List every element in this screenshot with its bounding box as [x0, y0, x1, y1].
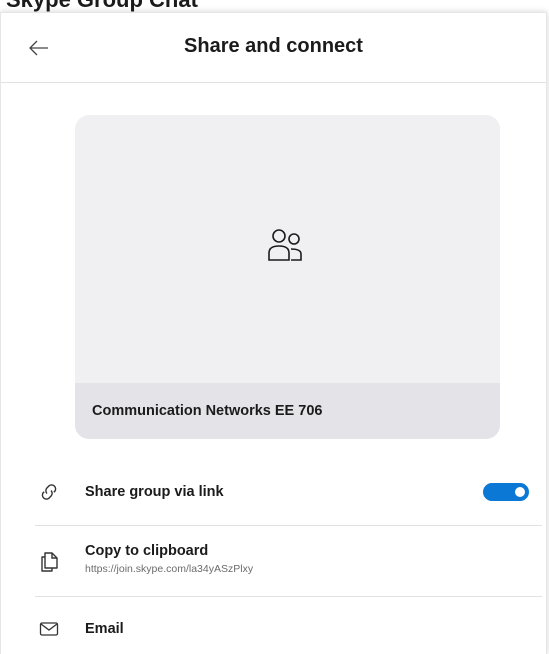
copy-to-clipboard-row[interactable]: Copy to clipboard https://join.skype.com…: [1, 531, 546, 593]
link-icon: [41, 484, 57, 500]
email-row[interactable]: Email: [1, 608, 546, 652]
copy-to-clipboard-label: Copy to clipboard: [85, 543, 209, 559]
toggle-knob: [515, 487, 525, 497]
email-label: Email: [85, 621, 124, 637]
panel-header: Share and connect: [1, 13, 546, 83]
group-people-icon: [268, 229, 302, 261]
share-via-link-row[interactable]: Share group via link: [1, 471, 546, 517]
share-via-link-label: Share group via link: [85, 484, 224, 500]
share-link-toggle[interactable]: [483, 483, 529, 501]
page-title: Share and connect: [184, 35, 363, 57]
group-card: Communication Networks EE 706: [75, 115, 500, 439]
group-name: Communication Networks EE 706: [92, 403, 323, 419]
copy-icon: [41, 552, 58, 572]
divider: [35, 596, 542, 597]
share-and-connect-panel: Share and connect Communication Networks…: [0, 12, 547, 654]
mail-icon: [39, 622, 59, 636]
divider: [35, 525, 542, 526]
join-link-url: https://join.skype.com/la34yASzPlxy: [85, 563, 254, 575]
group-card-footer: Communication Networks EE 706: [75, 383, 500, 439]
